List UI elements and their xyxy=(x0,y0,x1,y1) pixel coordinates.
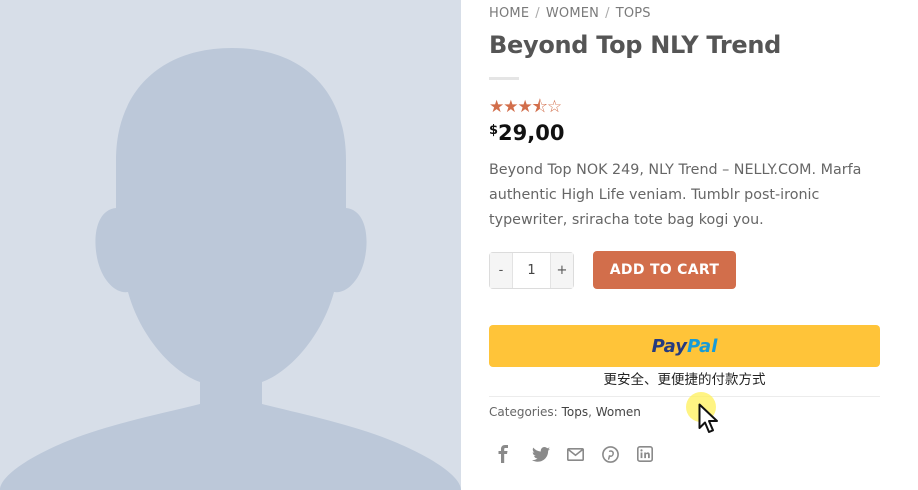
quantity-minus-button[interactable]: - xyxy=(490,253,512,288)
breadcrumb-separator: / xyxy=(605,6,610,21)
paypal-logo-pal: Pal xyxy=(687,335,718,357)
paypal-tagline: 更安全、更便捷的付款方式 xyxy=(603,372,766,388)
meta-divider xyxy=(489,396,880,397)
category-separator: , xyxy=(588,405,592,419)
breadcrumb-women[interactable]: WOMEN xyxy=(546,6,599,21)
linkedin-icon[interactable] xyxy=(637,443,672,465)
pinterest-icon[interactable] xyxy=(602,443,637,465)
categories-label: Categories: xyxy=(489,405,558,419)
paypal-logo-pay: Pay xyxy=(651,335,687,357)
product-summary: HOME / WOMEN / TOPS Beyond Top NLY Trend ★★★… xyxy=(489,0,881,490)
product-title: Beyond Top NLY Trend xyxy=(489,31,782,59)
twitter-icon[interactable] xyxy=(532,443,567,465)
breadcrumb-tops[interactable]: TOPS xyxy=(616,6,651,21)
product-short-description: Beyond Top NOK 249, NLY Trend – NELLY.CO… xyxy=(489,162,862,228)
breadcrumb: HOME / WOMEN / TOPS xyxy=(489,6,651,21)
breadcrumb-separator: / xyxy=(535,6,540,21)
star-rating[interactable]: ★★★⯪☆ xyxy=(489,94,562,123)
category-link-tops[interactable]: Tops xyxy=(562,405,589,419)
mouse-pointer-icon xyxy=(698,403,718,433)
quantity-stepper: - 1 + xyxy=(489,252,574,289)
product-image-placeholder[interactable] xyxy=(0,0,461,490)
category-link-women[interactable]: Women xyxy=(596,405,641,419)
quantity-input[interactable]: 1 xyxy=(512,253,551,288)
product-price: $29,00 xyxy=(489,121,564,145)
title-divider xyxy=(489,77,519,80)
email-icon[interactable] xyxy=(567,443,602,465)
avatar-silhouette-icon xyxy=(0,0,461,490)
share-icons xyxy=(497,443,672,465)
price-amount: 29,00 xyxy=(498,121,565,145)
product-categories: Categories: Tops, Women xyxy=(489,405,641,419)
add-to-cart-button[interactable]: ADD TO CART xyxy=(593,251,736,289)
breadcrumb-home[interactable]: HOME xyxy=(489,6,529,21)
paypal-button[interactable]: Pay Pal xyxy=(489,325,880,367)
facebook-icon[interactable] xyxy=(497,443,532,465)
currency-symbol: $ xyxy=(489,123,499,138)
quantity-plus-button[interactable]: + xyxy=(551,253,573,288)
